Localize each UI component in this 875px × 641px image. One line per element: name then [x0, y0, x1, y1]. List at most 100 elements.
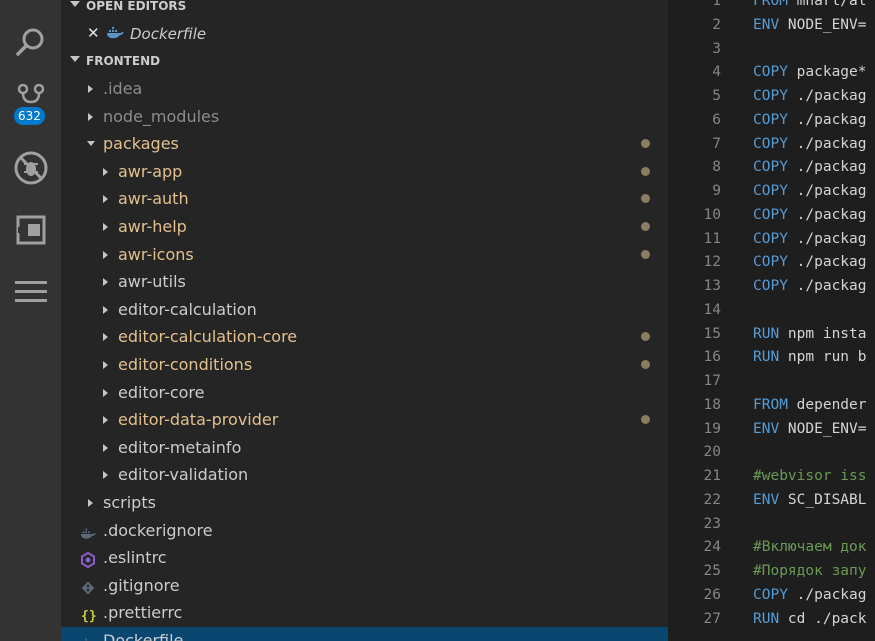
code-line: 11 COPY ./packag	[668, 231, 875, 255]
line-number: 23	[703, 515, 721, 532]
chevron-right-icon[interactable]	[103, 443, 108, 452]
line-number: 18	[703, 396, 721, 413]
chevron-right-icon[interactable]	[103, 361, 108, 369]
code-text: RUN cd ./pack	[753, 610, 867, 627]
code-line: 17	[668, 373, 875, 397]
tree-file[interactable]: .eslintrc	[61, 544, 668, 571]
chevron-right-icon[interactable]	[103, 195, 108, 204]
tree-file[interactable]: Dockerfile	[61, 627, 668, 641]
tree-folder[interactable]: editor-validation	[61, 461, 668, 488]
code-text: FROM depender	[753, 396, 867, 413]
line-number: 13	[703, 278, 721, 294]
line-number: 17	[703, 373, 721, 389]
tree-folder[interactable]: editor-conditions	[61, 351, 668, 378]
tree-file[interactable]: .gitignore	[61, 572, 668, 599]
code-line: 26 COPY ./packag	[668, 587, 875, 611]
code-text: ENV SC_DISABL	[753, 491, 867, 508]
chevron-right-icon[interactable]	[103, 250, 108, 259]
chevron-right-icon[interactable]	[103, 333, 108, 342]
code-line: 19 ENV NODE_ENV=	[668, 421, 875, 445]
line-number: 15	[703, 325, 721, 342]
tree-folder[interactable]: editor-calculation-core	[61, 323, 668, 350]
tree-folder[interactable]: awr-auth	[61, 185, 668, 212]
tree-folder[interactable]: editor-calculation	[61, 296, 668, 323]
code-text: ENV NODE_ENV=	[753, 16, 867, 33]
tree-folder[interactable]: awr-help	[61, 213, 668, 240]
tree-folder[interactable]: editor-metainfo	[61, 434, 668, 461]
chevron-right-icon[interactable]	[103, 223, 108, 231]
code-line: 10 COPY ./packag	[668, 207, 875, 231]
tree-folder[interactable]: packages	[61, 130, 668, 157]
tree-folder[interactable]: awr-icons	[61, 241, 668, 268]
tree-item-label: scripts	[103, 493, 156, 512]
code-text: #Включаем док	[753, 539, 867, 556]
tree-folder[interactable]: node_modules	[61, 103, 668, 130]
modified-indicator	[641, 415, 650, 425]
chevron-right-icon[interactable]	[103, 167, 108, 176]
tree-folder[interactable]: editor-data-provider	[61, 406, 668, 433]
line-number: 2	[712, 16, 721, 33]
code-line: 13 COPY ./packag	[668, 278, 875, 302]
code-line: 16 RUN npm run b	[668, 349, 875, 373]
extensions-icon[interactable]	[0, 206, 61, 254]
tree-folder[interactable]: editor-core	[61, 379, 668, 406]
search-icon[interactable]	[0, 18, 61, 66]
line-number: 5	[712, 88, 721, 104]
explorer-sidebar: OPEN EDITORS ✕ Dockerfile FRONTEND .idea…	[61, 0, 668, 641]
code-line: 18 FROM depender	[668, 397, 875, 421]
line-number: 16	[703, 349, 721, 366]
line-number: 27	[703, 610, 721, 627]
modified-indicator	[641, 249, 650, 259]
open-editor-item[interactable]: ✕ Dockerfile	[61, 22, 668, 46]
chevron-right-icon[interactable]	[103, 416, 108, 425]
code-line: 8 COPY ./packag	[668, 159, 875, 183]
tree-item-label: .dockerignore	[103, 520, 213, 540]
tree-file[interactable]: .dockerignore	[61, 517, 668, 544]
chevron-right-icon[interactable]	[88, 112, 93, 121]
tree-item-label: awr-auth	[118, 189, 189, 209]
tree-folder[interactable]: .idea	[61, 75, 668, 102]
code-line: 5 COPY ./packag	[668, 88, 875, 112]
line-number: 14	[703, 301, 721, 318]
line-number: 26	[703, 586, 721, 603]
tree-item-label: editor-conditions	[118, 355, 253, 374]
code-line: 7 COPY ./packag	[668, 136, 875, 160]
tree-folder[interactable]: awr-utils	[61, 268, 668, 295]
code-text: COPY ./packag	[753, 88, 867, 104]
menu-icon[interactable]	[0, 268, 61, 316]
chevron-right-icon[interactable]	[103, 388, 108, 397]
tree-item-label: editor-metainfo	[118, 437, 242, 457]
debug-icon[interactable]	[0, 144, 61, 192]
chevron-right-icon[interactable]	[88, 499, 93, 507]
code-line: 3	[668, 41, 875, 65]
tree-folder[interactable]: awr-app	[61, 158, 668, 185]
tree-item-label: .eslintrc	[103, 548, 167, 568]
open-editors-header[interactable]: OPEN EDITORS	[61, 0, 668, 17]
chevron-down-icon[interactable]	[87, 141, 95, 147]
line-number: 12	[703, 254, 721, 271]
activity-bar: 632	[0, 0, 61, 641]
line-number: 8	[712, 159, 721, 176]
chevron-right-icon[interactable]	[103, 305, 108, 314]
code-text: COPY ./packag	[753, 159, 867, 176]
code-editor[interactable]: 1 FROM mhart/al 2 ENV NODE_ENV= 3 4 COPY packa…	[668, 0, 875, 641]
chevron-right-icon[interactable]	[103, 471, 108, 480]
tree-item-label: Dockerfile	[103, 631, 184, 641]
chevron-right-icon[interactable]	[103, 278, 108, 287]
tree-file[interactable]: {} .prettierrc	[61, 599, 668, 626]
code-line: 6 COPY ./packag	[668, 112, 875, 136]
tree-item-label: .idea	[103, 79, 143, 98]
source-control-badge: 632	[14, 107, 45, 125]
folder-header-frontend[interactable]: FRONTEND	[61, 50, 668, 72]
tree-folder[interactable]: scripts	[61, 489, 668, 516]
modified-indicator	[641, 222, 650, 231]
code-text: COPY package*	[753, 64, 867, 81]
code-line: 14	[668, 302, 875, 326]
line-number: 25	[703, 563, 721, 579]
close-icon[interactable]: ✕	[87, 24, 100, 42]
chevron-right-icon[interactable]	[88, 85, 93, 93]
modified-indicator	[641, 332, 650, 342]
eslint-icon	[80, 549, 96, 569]
tree-item-label: node_modules	[103, 106, 220, 126]
docker-icon	[80, 632, 96, 641]
